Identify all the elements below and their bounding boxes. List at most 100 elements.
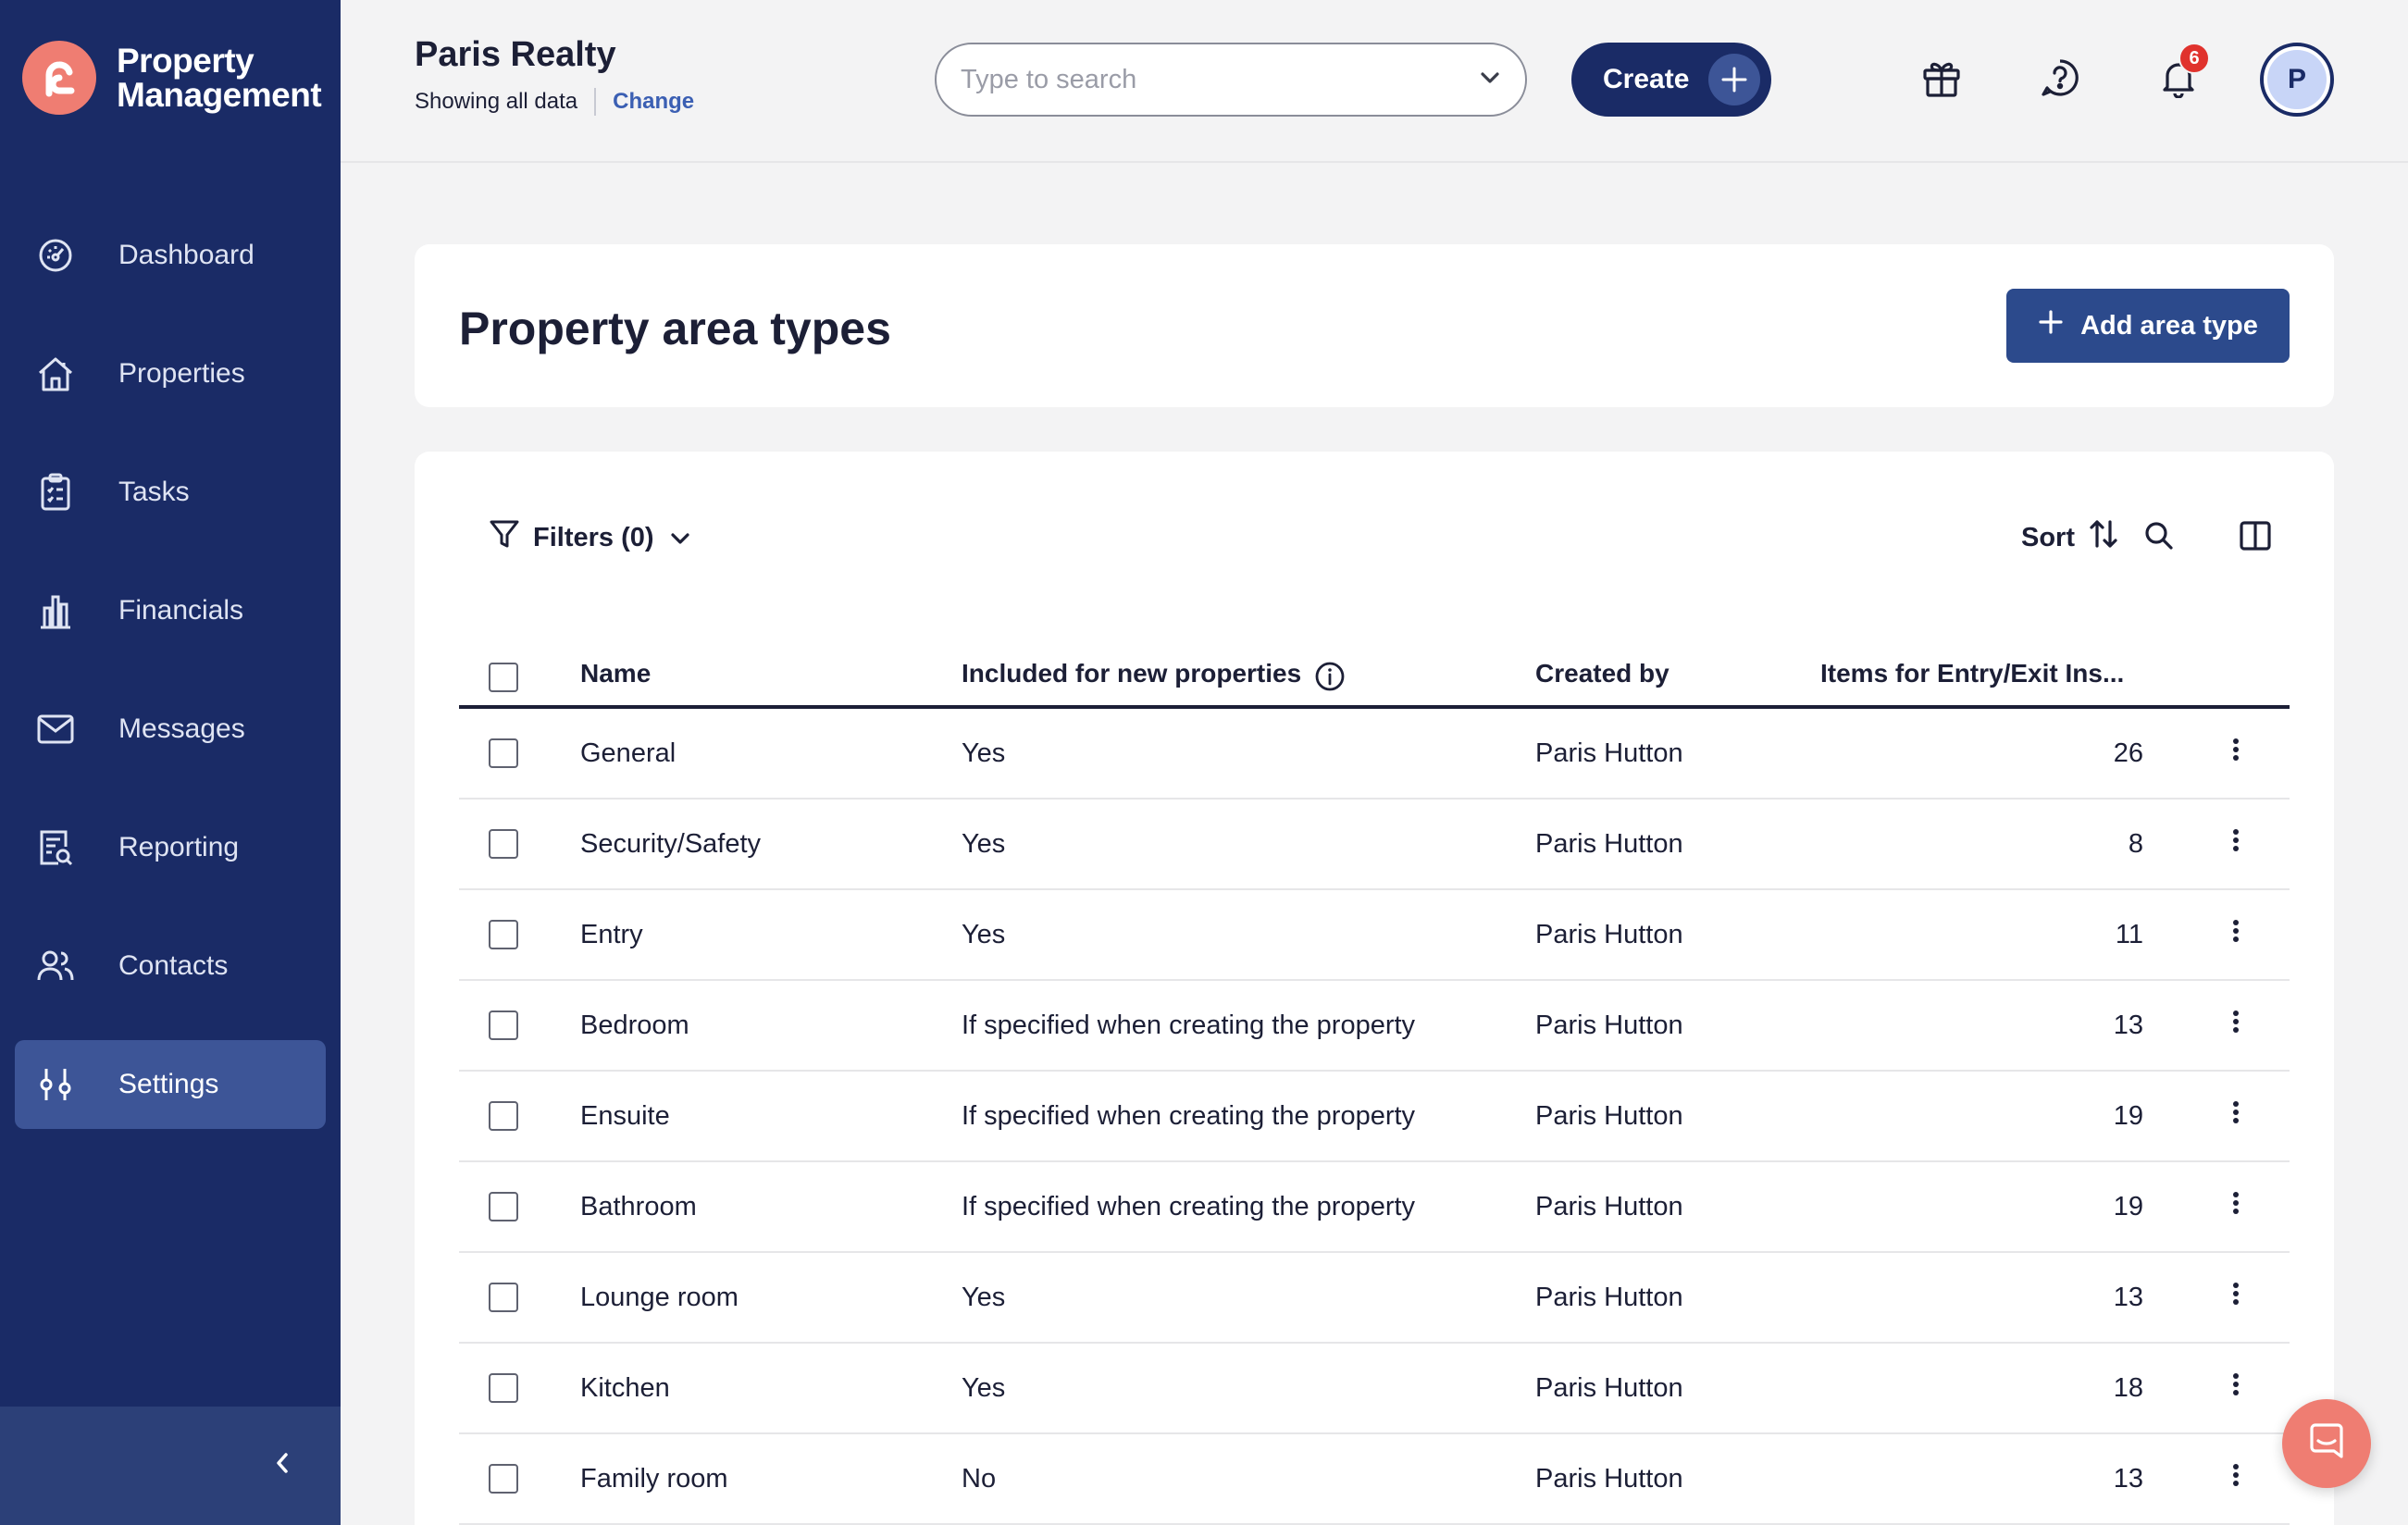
column-header-items[interactable]: Items for Entry/Exit Ins... bbox=[1820, 648, 2124, 705]
row-menu-button[interactable] bbox=[2227, 1253, 2245, 1342]
table-toolbar: Filters (0) Sort bbox=[489, 513, 2282, 563]
more-vertical-icon bbox=[2232, 1010, 2240, 1041]
user-avatar[interactable]: P bbox=[2260, 43, 2334, 117]
cell-name: Ensuite bbox=[580, 1100, 670, 1131]
row-checkbox[interactable] bbox=[489, 1464, 518, 1494]
create-button-label: Create bbox=[1603, 64, 1690, 94]
info-icon[interactable] bbox=[1314, 661, 1346, 699]
logo-mark-icon bbox=[22, 41, 96, 115]
help-button[interactable] bbox=[2036, 56, 2084, 104]
row-select-cell bbox=[489, 800, 518, 888]
app-logo[interactable]: Property Management bbox=[22, 41, 322, 115]
add-area-type-button[interactable]: Add area type bbox=[2006, 289, 2290, 363]
create-button[interactable]: Create bbox=[1571, 43, 1771, 117]
dashboard-icon bbox=[35, 235, 76, 276]
sliders-icon bbox=[35, 1064, 76, 1105]
cell-included: If specified when creating the property bbox=[962, 1191, 1416, 1221]
cell-created-by: Paris Hutton bbox=[1535, 1463, 1683, 1494]
cell-name: Kitchen bbox=[580, 1372, 670, 1403]
table-row[interactable]: General Yes Paris Hutton 26 bbox=[459, 709, 2290, 800]
row-checkbox[interactable] bbox=[489, 738, 518, 768]
sidebar: Property Management Dashboard Properties bbox=[0, 0, 341, 1525]
table-row[interactable]: Kitchen Yes Paris Hutton 18 bbox=[459, 1344, 2290, 1434]
sidebar-item-label: Messages bbox=[118, 713, 245, 744]
cell-created-by: Paris Hutton bbox=[1535, 1191, 1683, 1221]
sidebar-item-properties[interactable]: Properties bbox=[15, 329, 326, 418]
organization-name: Paris Realty bbox=[415, 35, 616, 74]
sidebar-item-dashboard[interactable]: Dashboard bbox=[15, 211, 326, 300]
area-types-table: Name Included for new properties Created… bbox=[459, 648, 2290, 1525]
sidebar-item-reporting[interactable]: Reporting bbox=[15, 803, 326, 892]
cell-created-by: Paris Hutton bbox=[1535, 1100, 1683, 1131]
row-select-cell bbox=[489, 890, 518, 979]
cell-name: Security/Safety bbox=[580, 828, 762, 859]
table-row[interactable]: Family room No Paris Hutton 13 bbox=[459, 1434, 2290, 1525]
sort-button[interactable]: Sort bbox=[2021, 513, 2119, 563]
row-menu-button[interactable] bbox=[2227, 1072, 2245, 1160]
page-title: Property area types bbox=[459, 303, 891, 354]
sidebar-item-label: Settings bbox=[118, 1069, 219, 1099]
select-all-checkbox[interactable] bbox=[489, 663, 518, 692]
cell-included: If specified when creating the property bbox=[962, 1010, 1416, 1040]
row-select-cell bbox=[489, 981, 518, 1070]
table-row[interactable]: Bathroom If specified when creating the p… bbox=[459, 1162, 2290, 1253]
column-header-created-by[interactable]: Created by bbox=[1535, 648, 1669, 705]
more-vertical-icon bbox=[2232, 1191, 2240, 1222]
row-checkbox[interactable] bbox=[489, 829, 518, 859]
cell-items-count: 26 bbox=[2113, 738, 2143, 768]
row-checkbox[interactable] bbox=[489, 1283, 518, 1312]
change-scope-link[interactable]: Change bbox=[613, 89, 694, 115]
table-row[interactable]: Entry Yes Paris Hutton 11 bbox=[459, 890, 2290, 981]
row-menu-button[interactable] bbox=[2227, 890, 2245, 979]
column-header-name[interactable]: Name bbox=[580, 648, 651, 705]
report-icon bbox=[35, 827, 76, 868]
column-header-included[interactable]: Included for new properties bbox=[962, 648, 1346, 705]
chevron-down-icon bbox=[669, 523, 691, 553]
row-checkbox[interactable] bbox=[489, 1010, 518, 1040]
sidebar-item-messages[interactable]: Messages bbox=[15, 685, 326, 774]
columns-button[interactable] bbox=[2234, 516, 2277, 559]
row-menu-button[interactable] bbox=[2227, 1344, 2245, 1432]
row-checkbox[interactable] bbox=[489, 1192, 518, 1221]
house-icon bbox=[35, 353, 76, 394]
sidebar-item-label: Contacts bbox=[118, 950, 229, 981]
cell-created-by: Paris Hutton bbox=[1535, 919, 1683, 949]
plus-icon bbox=[2038, 309, 2080, 342]
table-row[interactable]: Ensuite If specified when creating the pr… bbox=[459, 1072, 2290, 1162]
table-search-button[interactable] bbox=[2138, 516, 2180, 559]
chevron-down-icon[interactable] bbox=[1479, 70, 1501, 90]
row-select-cell bbox=[489, 1253, 518, 1342]
sidebar-item-label: Dashboard bbox=[118, 240, 254, 270]
table-row[interactable]: Lounge room Yes Paris Hutton 13 bbox=[459, 1253, 2290, 1344]
row-menu-button[interactable] bbox=[2227, 1434, 2245, 1523]
filters-button[interactable]: Filters (0) bbox=[489, 513, 691, 563]
people-icon bbox=[35, 946, 76, 986]
gift-button[interactable] bbox=[1918, 56, 1966, 104]
sidebar-item-contacts[interactable]: Contacts bbox=[15, 922, 326, 1010]
collapse-sidebar-button[interactable] bbox=[261, 1444, 304, 1486]
sidebar-item-label: Properties bbox=[118, 358, 245, 389]
sidebar-item-tasks[interactable]: Tasks bbox=[15, 448, 326, 537]
row-checkbox[interactable] bbox=[489, 920, 518, 949]
search-input[interactable] bbox=[961, 64, 1479, 95]
row-checkbox[interactable] bbox=[489, 1373, 518, 1403]
sidebar-item-settings[interactable]: Settings bbox=[15, 1040, 326, 1129]
data-scope-text: Showing all data bbox=[415, 89, 578, 114]
sidebar-item-financials[interactable]: Financials bbox=[15, 566, 326, 655]
table-row[interactable]: Security/Safety Yes Paris Hutton 8 bbox=[459, 800, 2290, 890]
notifications-button[interactable]: 6 bbox=[2154, 43, 2210, 104]
row-menu-button[interactable] bbox=[2227, 800, 2245, 888]
row-menu-button[interactable] bbox=[2227, 981, 2245, 1070]
cell-items-count: 18 bbox=[2113, 1372, 2143, 1403]
plus-icon bbox=[1708, 54, 1760, 105]
row-menu-button[interactable] bbox=[2227, 709, 2245, 798]
row-menu-button[interactable] bbox=[2227, 1162, 2245, 1251]
table-row[interactable]: Bedroom If specified when creating the pr… bbox=[459, 981, 2290, 1072]
global-search[interactable] bbox=[935, 43, 1527, 117]
row-checkbox[interactable] bbox=[489, 1101, 518, 1131]
row-select-cell bbox=[489, 1344, 518, 1432]
table-header: Name Included for new properties Created… bbox=[459, 648, 2290, 709]
table-body: General Yes Paris Hutton 26 Security/Safety Y… bbox=[459, 709, 2290, 1525]
cell-items-count: 11 bbox=[2115, 919, 2143, 949]
chat-launcher-button[interactable] bbox=[2282, 1399, 2371, 1488]
